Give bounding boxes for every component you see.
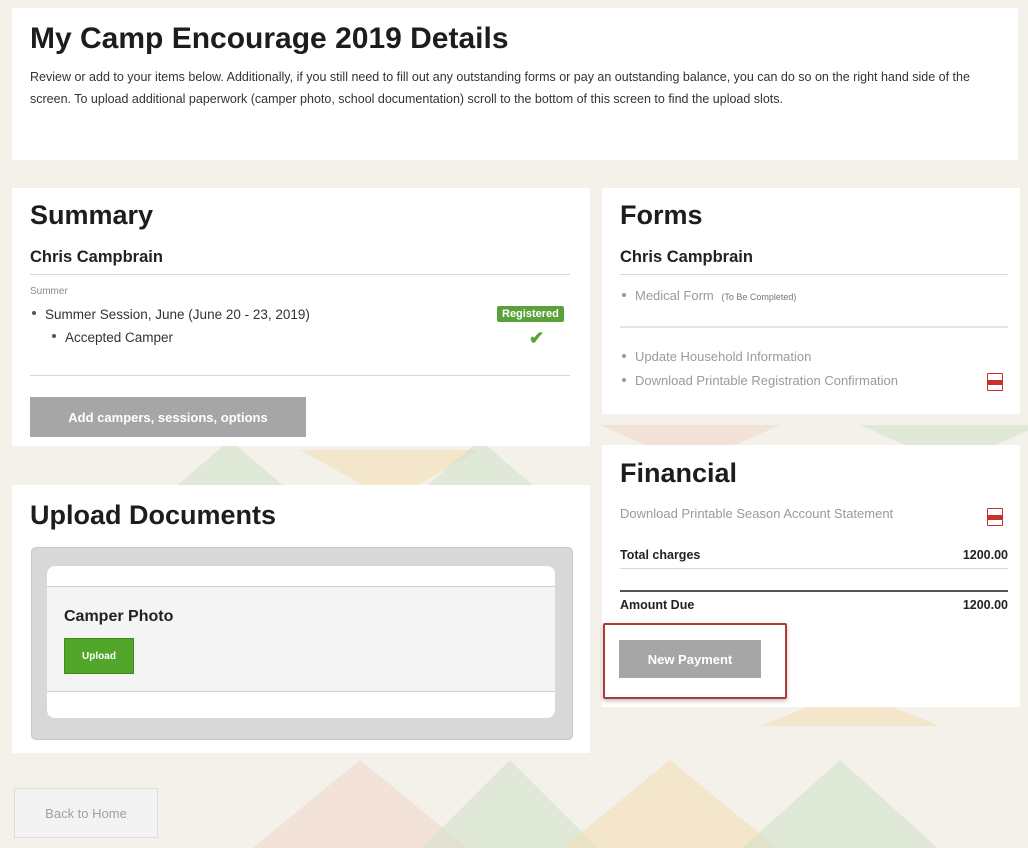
check-icon: ✔ [529,328,545,348]
summary-title: Summary [30,200,154,230]
upload-slot-label: Camper Photo [64,608,174,625]
amount-due-value: 1200.00 [962,598,1008,612]
amount-due-label: Amount Due [620,598,695,612]
update-household-link[interactable]: Update Household Information [635,349,811,364]
download-confirmation-link[interactable]: Download Printable Registration Confirma… [635,373,898,388]
divider [620,590,1008,592]
page-title: My Camp Encourage 2019 Details [30,22,509,55]
download-statement-link[interactable]: Download Printable Season Account Statem… [620,506,893,521]
bullet-icon [622,377,626,382]
pdf-icon[interactable] [987,373,1003,391]
total-charges-label: Total charges [620,548,701,562]
upload-button[interactable]: Upload [64,638,134,674]
add-campers-button[interactable]: Add campers, sessions, options [30,397,306,437]
session-label: Summer Session, June (June 20 - 23, 2019… [45,307,310,322]
new-payment-button[interactable]: New Payment [619,640,761,678]
bullet-icon [622,292,626,297]
forms-camper-name: Chris Campbrain [620,248,753,266]
upload-slot-container: Camper Photo Upload [47,566,555,718]
forms-title: Forms [620,200,703,230]
back-to-home-button[interactable]: Back to Home [14,788,158,838]
update-household-item[interactable]: Update Household Information [622,349,811,364]
session-item: Summer Session, June (June 20 - 23, 2019… [32,307,310,322]
upload-slot: Camper Photo Upload [47,586,555,692]
divider [30,274,570,275]
accepted-camper-label: Accepted Camper [65,330,174,345]
total-charges-value: 1200.00 [962,548,1008,562]
season-label: Summer [30,286,68,297]
medical-form-link[interactable]: Medical Form [635,288,714,303]
bullet-icon [32,311,36,316]
upload-title: Upload Documents [30,500,277,530]
upload-panel: Camper Photo Upload [31,547,573,740]
summary-camper-name: Chris Campbrain [30,248,163,266]
download-confirmation-item[interactable]: Download Printable Registration Confirma… [622,373,898,388]
medical-form-item[interactable]: Medical Form (To Be Completed) [622,288,796,303]
divider [620,274,1008,275]
financial-title: Financial [620,458,738,488]
bullet-icon [52,334,56,339]
divider [620,568,1008,569]
divider [620,326,1008,328]
pdf-icon[interactable] [987,508,1003,526]
status-badge: Registered [497,306,564,322]
bullet-icon [622,353,626,358]
medical-form-status: (To Be Completed) [721,292,797,302]
divider [30,375,570,376]
intro-text: Review or add to your items below. Addit… [30,70,970,106]
accepted-camper-item: Accepted Camper [52,330,173,345]
